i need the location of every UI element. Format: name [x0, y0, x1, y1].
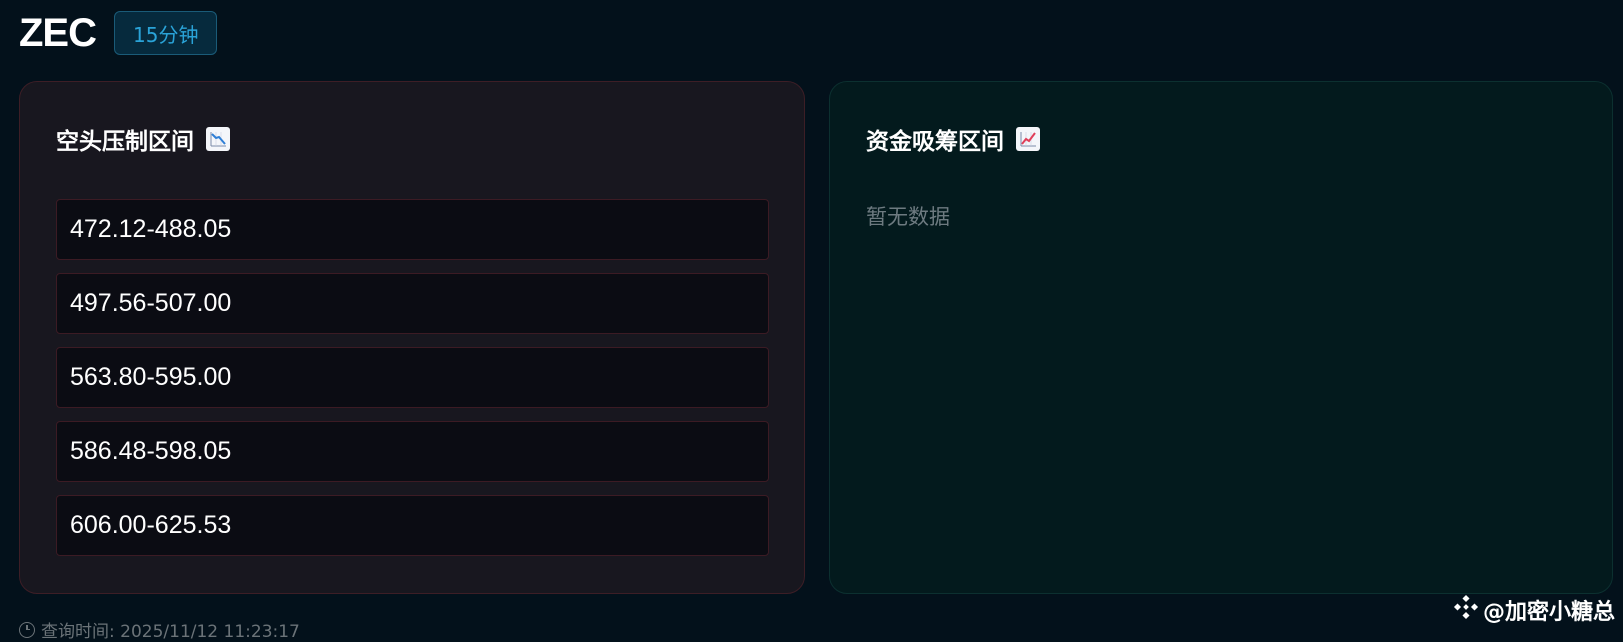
chart-decreasing-icon	[206, 127, 230, 151]
symbol-title: ZEC	[19, 10, 97, 55]
bull-card-header: 资金吸筹区间	[866, 122, 1040, 156]
zone-item: 586.48-598.05	[56, 421, 769, 482]
bear-zone-list: 472.12-488.05 497.56-507.00 563.80-595.0…	[56, 199, 769, 556]
binance-logo-icon	[1453, 594, 1479, 626]
bear-card-header: 空头压制区间	[56, 122, 230, 156]
zone-item: 563.80-595.00	[56, 347, 769, 408]
watermark-text: @加密小糖总	[1482, 600, 1615, 625]
header: ZEC 15分钟	[19, 10, 218, 55]
query-time-text: 查询时间: 2025/11/12 11:23:17	[41, 622, 300, 642]
bull-card-title: 资金吸筹区间	[866, 129, 1004, 155]
bear-pressure-card: 空头压制区间 472.12-488.05 497.56-507.00 563.8…	[19, 81, 805, 594]
chart-increasing-icon	[1016, 127, 1040, 151]
clock-icon	[19, 621, 35, 638]
bear-card-title: 空头压制区间	[56, 129, 194, 155]
zone-item: 606.00-625.53	[56, 495, 769, 556]
zone-item: 472.12-488.05	[56, 199, 769, 260]
accumulation-card: 资金吸筹区间 暂无数据	[829, 81, 1613, 594]
query-time: 查询时间: 2025/11/12 11:23:17	[19, 617, 300, 642]
timeframe-badge[interactable]: 15分钟	[114, 11, 218, 55]
zone-item: 497.56-507.00	[56, 273, 769, 334]
watermark: @加密小糖总	[1453, 594, 1615, 626]
empty-state-text: 暂无数据	[866, 205, 950, 229]
